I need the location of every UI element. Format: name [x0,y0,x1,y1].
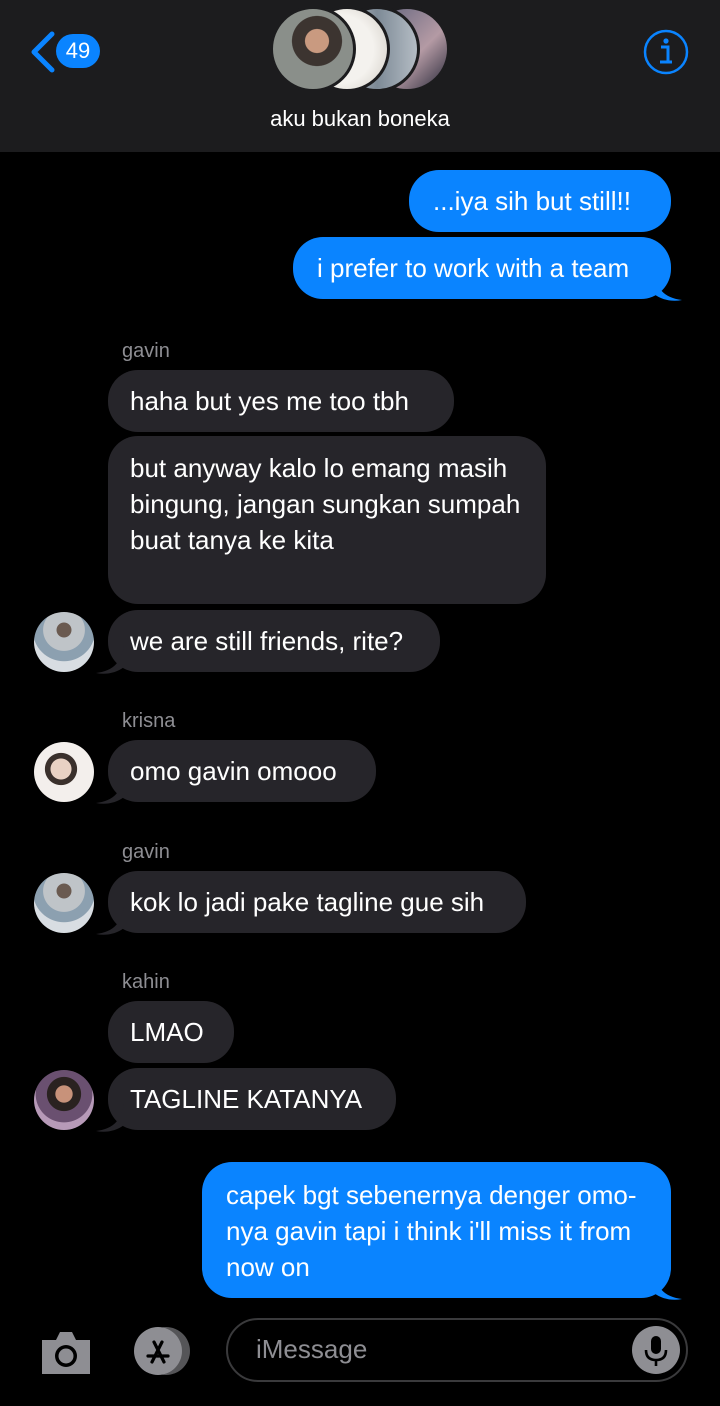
message-bubble-incoming[interactable]: TAGLINE KATANYA [108,1068,396,1130]
bubble-tail [96,1103,124,1132]
message-bubble-incoming[interactable]: kok lo jadi pake tagline gue sih [108,871,526,933]
message-input[interactable]: iMessage [226,1318,688,1382]
message-bubble-outgoing[interactable]: ...iya sih but still!! [409,170,671,232]
avatar-kahin[interactable] [34,1070,94,1130]
composer-bar: iMessage [0,1312,720,1406]
group-name[interactable]: aku bukan boneka [0,106,720,132]
bubble-tail [96,775,124,804]
message-bubble-incoming[interactable]: LMAO [108,1001,234,1063]
back-chevron-icon [31,31,55,73]
message-bubble-incoming[interactable]: haha but yes me too tbh [108,370,454,432]
app-store-icon[interactable] [130,1326,192,1376]
bubble-tail [654,272,682,301]
sender-name: gavin [122,841,170,863]
message-input-placeholder: iMessage [256,1334,368,1364]
avatar-gavin[interactable] [34,873,94,933]
group-avatar-1 [270,6,356,92]
camera-icon[interactable] [38,1328,94,1376]
conversation-header: 49 aku bukan boneka [0,0,720,152]
message-bubble-incoming[interactable]: but anyway kalo lo emang masih bingung, … [108,436,546,604]
avatar-gavin[interactable] [34,612,94,672]
message-bubble-incoming[interactable]: we are still friends, rite? [108,610,440,672]
bubble-tail [96,645,124,674]
message-bubble-outgoing[interactable]: i prefer to work with a team [293,237,671,299]
message-bubble-incoming[interactable]: omo gavin omooo [108,740,376,802]
microphone-button[interactable] [632,1326,680,1374]
sender-name: kahin [122,971,170,993]
sender-name: krisna [122,710,176,732]
back-button[interactable]: 49 [26,28,106,76]
group-avatars[interactable] [270,6,450,94]
avatar-krisna[interactable] [34,742,94,802]
sender-name: gavin [122,340,170,362]
unread-count-badge: 49 [56,34,100,68]
bubble-tail [654,1271,682,1300]
microphone-icon [644,1336,668,1366]
bubble-tail [96,906,124,935]
info-icon[interactable] [642,28,690,76]
message-bubble-outgoing[interactable]: capek bgt sebenernya denger omo-nya gavi… [202,1162,671,1298]
